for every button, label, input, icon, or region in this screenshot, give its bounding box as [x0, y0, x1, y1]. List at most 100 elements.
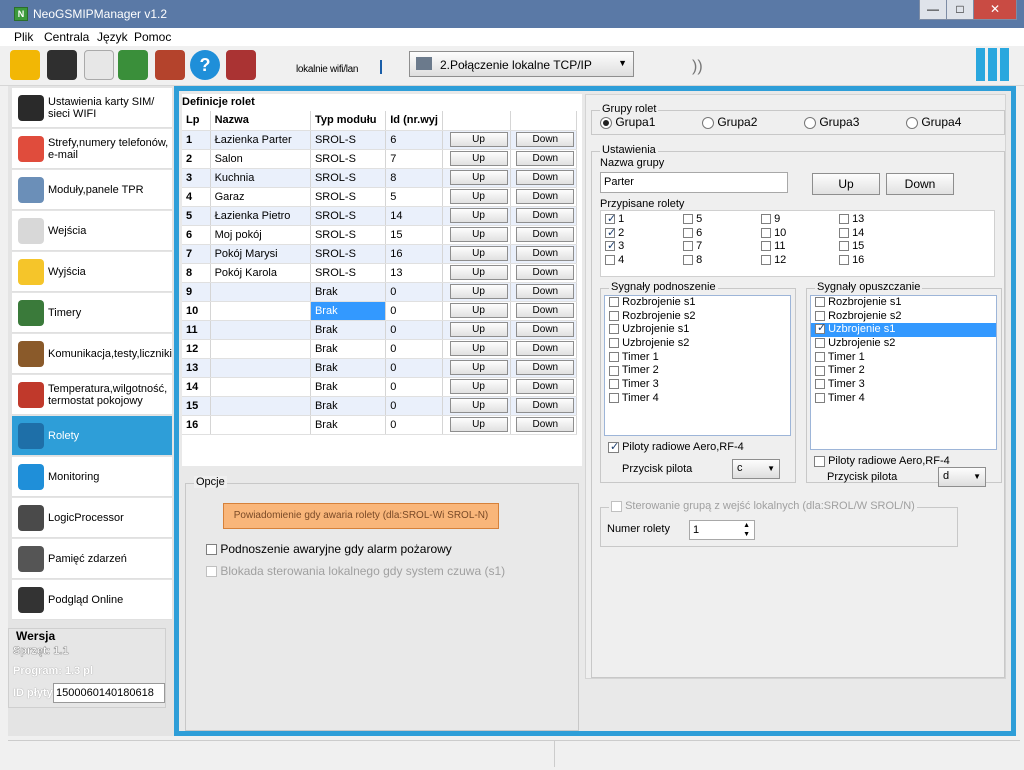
signal-checkbox[interactable] — [815, 379, 825, 390]
radio-circle[interactable] — [906, 116, 918, 129]
sidebar-item-logic[interactable]: LogicProcessor — [12, 498, 172, 538]
group-up-button[interactable]: Up — [812, 173, 880, 195]
signal-item[interactable]: Rozbrojenie s1 — [605, 296, 790, 310]
row-name[interactable]: Moj pokój — [210, 225, 311, 245]
sidebar-item-sim-card[interactable]: Ustawienia karty SIM/ sieci WIFI — [12, 88, 172, 128]
row-up-button[interactable]: Up — [449, 341, 508, 356]
roller-checkbox[interactable] — [605, 254, 615, 265]
row-up-button[interactable]: Up — [449, 170, 508, 185]
row-type[interactable]: SROL-S — [310, 187, 387, 207]
remote-right-option[interactable]: Piloty radiowe Aero,RF-4 — [814, 455, 950, 467]
connection-select[interactable]: 2.Połączenie lokalne TCP/IP ▼ — [409, 51, 634, 77]
open-folder-icon[interactable] — [10, 50, 40, 80]
row-up-button[interactable]: Up — [449, 360, 508, 375]
row-type[interactable]: Brak — [310, 282, 387, 302]
sidebar-item-events[interactable]: Pamięć zdarzeń — [12, 539, 172, 579]
row-name[interactable] — [210, 339, 311, 359]
signal-item[interactable]: Timer 2 — [811, 364, 996, 378]
signal-item[interactable]: Timer 1 — [605, 351, 790, 365]
group-down-button[interactable]: Down — [886, 173, 954, 195]
group-radio-2[interactable]: Grupa2 — [702, 115, 757, 129]
row-type[interactable]: SROL-S — [310, 168, 387, 188]
signal-checkbox[interactable] — [609, 310, 619, 321]
signal-checkbox[interactable] — [815, 351, 825, 362]
radio-circle[interactable] — [804, 116, 816, 129]
row-down-button[interactable]: Down — [516, 284, 575, 299]
signal-item[interactable]: Rozbrojenie s2 — [605, 310, 790, 324]
assigned-roller-16[interactable]: 16 — [839, 254, 864, 266]
row-down-button[interactable]: Down — [516, 189, 575, 204]
row-down-button[interactable]: Down — [516, 303, 575, 318]
signal-item[interactable]: Timer 4 — [605, 392, 790, 406]
remote-left-option[interactable]: Piloty radiowe Aero,RF-4 — [608, 440, 744, 453]
remote-right-select[interactable]: d ▼ — [938, 467, 986, 487]
group-radio-4[interactable]: Grupa4 — [906, 115, 961, 129]
row-id[interactable]: 16 — [385, 244, 444, 264]
row-name[interactable] — [210, 301, 311, 321]
row-type[interactable]: SROL-S — [310, 263, 387, 283]
row-up-button[interactable]: Up — [449, 208, 508, 223]
assigned-roller-10[interactable]: 10 — [761, 227, 786, 239]
row-id[interactable]: 15 — [385, 225, 444, 245]
assigned-roller-7[interactable]: 7 — [683, 240, 702, 252]
signal-checkbox[interactable] — [609, 379, 619, 390]
roller-checkbox[interactable] — [839, 241, 849, 252]
row-type[interactable]: SROL-S — [310, 149, 387, 169]
disconnect-icon[interactable] — [84, 50, 114, 80]
row-id[interactable]: 0 — [385, 415, 444, 435]
board-id-field[interactable]: 1500060140180618 — [53, 683, 165, 703]
assigned-roller-9[interactable]: 9 — [761, 213, 780, 225]
fire-alarm-checkbox[interactable] — [206, 544, 217, 556]
roller-number-input[interactable]: 1 ▲ ▼ — [689, 520, 755, 540]
row-up-button[interactable]: Up — [449, 322, 508, 337]
row-type[interactable]: SROL-S — [310, 244, 387, 264]
signal-checkbox[interactable] — [815, 297, 825, 308]
row-id[interactable]: 0 — [385, 320, 444, 340]
row-up-button[interactable]: Up — [449, 189, 508, 204]
sidebar-item-tools[interactable]: Komunikacja,testy,liczniki — [12, 334, 172, 374]
roller-checkbox[interactable] — [683, 214, 693, 225]
signal-checkbox[interactable] — [815, 338, 825, 349]
row-type[interactable]: Brak — [310, 377, 387, 397]
sidebar-item-clock[interactable]: Timery — [12, 293, 172, 333]
row-name[interactable] — [210, 377, 311, 397]
sidebar-item-outputs[interactable]: Wyjścia — [12, 252, 172, 292]
row-id[interactable]: 8 — [385, 168, 444, 188]
signal-checkbox[interactable] — [815, 365, 825, 376]
roller-checkbox[interactable] — [605, 226, 616, 239]
row-type[interactable]: Brak — [310, 339, 387, 359]
row-name[interactable]: Łazienka Pietro — [210, 206, 311, 226]
assigned-roller-15[interactable]: 15 — [839, 240, 864, 252]
row-id[interactable]: 6 — [385, 130, 444, 150]
row-id[interactable]: 0 — [385, 396, 444, 416]
signal-item[interactable]: Timer 3 — [811, 378, 996, 392]
roller-checkbox[interactable] — [761, 227, 771, 238]
row-down-button[interactable]: Down — [516, 132, 575, 147]
sidebar-item-zones[interactable]: Strefy,numery telefonów, e-mail — [12, 129, 172, 169]
radio-circle[interactable] — [702, 116, 714, 129]
assigned-roller-2[interactable]: 2 — [605, 226, 624, 239]
upload-icon[interactable] — [118, 50, 148, 80]
row-type[interactable]: Brak — [310, 301, 387, 321]
assigned-roller-14[interactable]: 14 — [839, 227, 864, 239]
signal-item[interactable]: Uzbrojenie s2 — [811, 337, 996, 351]
row-up-button[interactable]: Up — [449, 132, 508, 147]
signal-checkbox[interactable] — [609, 338, 619, 349]
group-radio-3[interactable]: Grupa3 — [804, 115, 859, 129]
row-up-button[interactable]: Up — [449, 265, 508, 280]
signal-item[interactable]: Uzbrojenie s2 — [605, 337, 790, 351]
signal-item[interactable]: Timer 4 — [811, 392, 996, 406]
row-type[interactable]: Brak — [310, 396, 387, 416]
remote-right-checkbox[interactable] — [814, 455, 825, 467]
row-down-button[interactable]: Down — [516, 208, 575, 223]
assigned-roller-5[interactable]: 5 — [683, 213, 702, 225]
row-up-button[interactable]: Up — [449, 398, 508, 413]
row-type[interactable]: SROL-S — [310, 130, 387, 150]
row-down-button[interactable]: Down — [516, 379, 575, 394]
signal-checkbox[interactable] — [815, 310, 825, 321]
row-up-button[interactable]: Up — [449, 417, 508, 432]
row-name[interactable]: Kuchnia — [210, 168, 311, 188]
minimize-button[interactable]: — — [919, 0, 947, 20]
sidebar-item-online[interactable]: Podgląd Online — [12, 580, 172, 620]
sidebar-item-monitoring[interactable]: Monitoring — [12, 457, 172, 497]
